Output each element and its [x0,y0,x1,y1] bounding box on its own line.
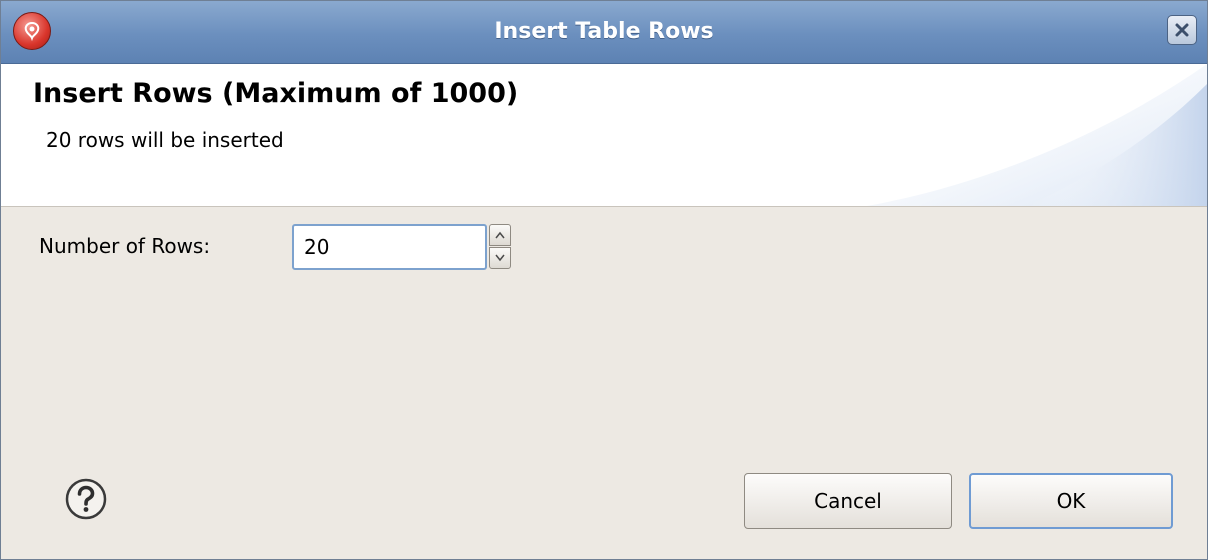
help-icon[interactable] [65,478,107,520]
dialog-window: Insert Table Rows Insert Rows (Maximum o… [0,0,1208,560]
decrement-button[interactable] [489,247,511,269]
close-icon[interactable] [1167,15,1197,45]
header-banner: Insert Rows (Maximum of 1000) 20 rows wi… [1,64,1207,207]
number-of-rows-input[interactable] [292,224,487,270]
number-of-rows-spinner [292,224,513,270]
window-title: Insert Table Rows [494,19,714,44]
ok-button[interactable]: OK [969,473,1173,529]
number-of-rows-label: Number of Rows: [39,234,211,258]
banner-title: Insert Rows (Maximum of 1000) [33,78,519,109]
banner-decoration [867,64,1207,206]
banner-message: 20 rows will be inserted [46,128,284,152]
increment-button[interactable] [489,224,511,246]
chevron-down-icon [495,254,505,262]
chevron-up-icon [495,231,505,239]
cancel-button[interactable]: Cancel [744,473,952,529]
title-bar[interactable]: Insert Table Rows [1,1,1207,64]
